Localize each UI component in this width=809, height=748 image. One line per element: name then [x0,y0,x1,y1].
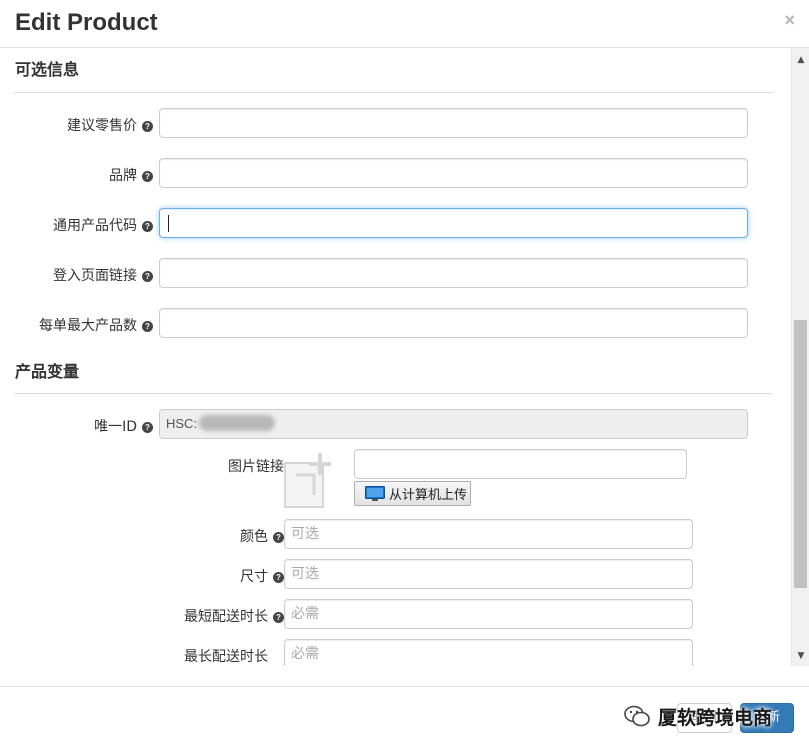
cancel-button[interactable]: 取消 [677,703,732,733]
msrp-input[interactable] [159,108,748,138]
help-icon[interactable]: ? [142,321,153,332]
upc-label: 通用产品代码? [53,215,153,235]
help-icon[interactable]: ? [142,271,153,282]
min-delivery-input[interactable] [284,599,693,629]
msrp-label: 建议零售价? [67,115,153,135]
size-label: 尺寸? [240,566,284,586]
help-icon[interactable]: ? [273,572,284,583]
landing-page-label: 登入页面链接? [53,265,153,285]
monitor-icon [365,485,385,501]
upc-input[interactable] [159,208,748,238]
modal-footer: 取消 更新 厦软跨境电商 [0,686,809,748]
update-button[interactable]: 更新 [740,703,794,733]
landing-page-input[interactable] [159,258,748,288]
max-per-order-input[interactable] [159,308,748,338]
vertical-scrollbar[interactable]: ▲ ▼ [791,48,809,666]
max-delivery-input[interactable] [284,639,693,666]
image-link-input[interactable] [354,449,687,479]
modal-title: Edit Product [15,9,158,36]
help-icon[interactable]: ? [142,422,153,433]
scroll-thumb[interactable] [794,320,807,588]
help-icon[interactable]: ? [142,121,153,132]
help-icon[interactable]: ? [142,221,153,232]
unique-id-label: 唯一ID? [94,416,153,436]
text-caret [168,215,169,232]
modal-header: Edit Product × [0,0,809,48]
color-label: 颜色? [240,526,284,546]
min-delivery-label: 最短配送时长? [184,606,284,626]
size-input[interactable] [284,559,693,589]
max-per-order-label: 每单最大产品数? [39,315,153,335]
color-input[interactable] [284,519,693,549]
upload-button-label: 从计算机上传 [389,488,468,503]
section-divider [14,393,773,394]
max-delivery-label: 最长配送时长 [184,649,268,665]
brand-label: 品牌? [109,165,153,185]
modal-body: 可选信息 建议零售价? 品牌? 通用产品代码? 登入页面链接? 每单最大产品数?… [0,48,809,666]
help-icon[interactable]: ? [273,532,284,543]
image-link-label: 图片链接 [228,459,284,475]
unique-id-field: HSC: [159,409,748,439]
unique-id-value: HSC: [166,416,198,431]
variant-section-title: 产品变量 [15,362,80,381]
optional-section-title: 可选信息 [15,60,80,79]
scroll-up-icon[interactable]: ▲ [792,52,809,68]
section-divider [14,92,773,93]
close-icon[interactable]: × [784,10,795,31]
brand-input[interactable] [159,158,748,188]
help-icon[interactable]: ? [142,171,153,182]
redacted-mask [199,415,276,431]
wechat-logo-icon [624,705,650,727]
image-placeholder-icon[interactable] [284,451,336,509]
scroll-down-icon[interactable]: ▼ [792,648,809,664]
upload-from-computer-button[interactable]: 从计算机上传 [354,481,471,506]
help-icon[interactable]: ? [273,612,284,623]
